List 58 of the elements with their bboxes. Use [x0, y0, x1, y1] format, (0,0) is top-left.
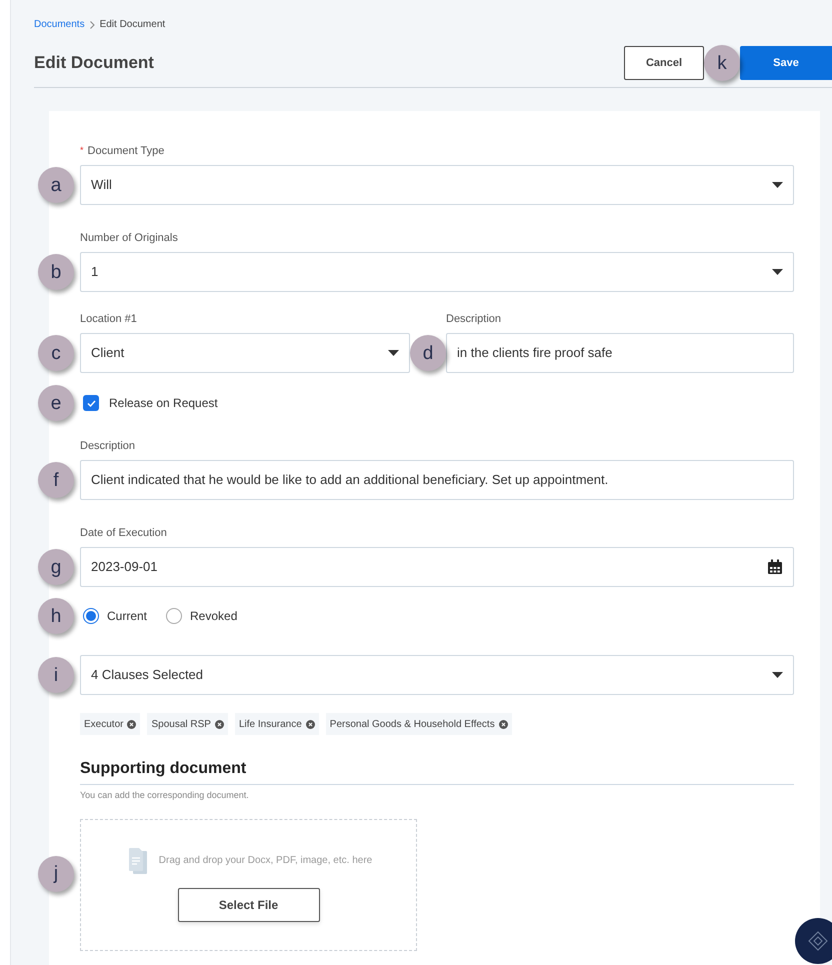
select-field[interactable]: Client: [80, 333, 410, 373]
remove-icon[interactable]: [306, 720, 315, 728]
callout-marker: a: [38, 167, 74, 203]
callout-marker: j: [38, 856, 74, 892]
clause-tag: Executor: [80, 713, 140, 735]
caret-icon: [772, 672, 783, 678]
file-drop-zone[interactable]: Drag and drop your Docx, PDF, image, etc. here Select File: [80, 818, 417, 950]
callout-marker: c: [38, 335, 74, 371]
remove-icon[interactable]: [214, 720, 224, 728]
field-label: Document Type: [88, 144, 164, 159]
radio-button[interactable]: [83, 608, 99, 624]
callout-marker: e: [38, 385, 74, 421]
callout-marker: h: [38, 598, 74, 634]
field-label: Number of Originals: [80, 230, 178, 246]
section-subtitle: You can add the corresponding document.: [80, 789, 250, 802]
drop-instructions: Drag and drop your Docx, PDF, image, etc. here: [158, 854, 372, 868]
check-icon: [86, 400, 96, 406]
remove-icon[interactable]: [498, 720, 508, 728]
clauses-select[interactable]: 4 Clauses Selected: [80, 655, 794, 695]
select-field[interactable]: Will: [80, 165, 794, 205]
date-field[interactable]: 2023-09-01: [80, 547, 794, 587]
remove-icon[interactable]: [127, 720, 136, 728]
radio-label: Revoked: [190, 608, 238, 625]
field-label: Description: [446, 312, 502, 327]
text-field[interactable]: in the clients fire proof safe: [446, 333, 794, 373]
select-field[interactable]: 1: [80, 252, 794, 292]
cancel-button[interactable]: Cancel: [624, 46, 704, 80]
save-button[interactable]: Save: [740, 46, 832, 80]
chevron-icon: [90, 20, 95, 28]
calendar-icon: [767, 559, 783, 575]
caret-icon: [388, 350, 399, 356]
section-title: Supporting document: [80, 757, 794, 785]
field-label: Location #1: [80, 312, 137, 327]
callout-marker: k: [704, 45, 740, 81]
callout-marker: b: [38, 254, 74, 290]
callout-marker: i: [38, 657, 74, 693]
page-title: Edit Document: [34, 52, 154, 74]
callout-marker: d: [410, 335, 446, 371]
caret-icon: [772, 269, 783, 275]
clause-tag: Spousal RSP: [147, 713, 228, 735]
field-label: Description: [80, 438, 136, 454]
clause-tag: Personal Goods & Household Effects: [326, 713, 512, 735]
document-icon: [128, 848, 147, 874]
breadcrumb-current: Edit Document: [100, 18, 166, 32]
radio-label: Current: [107, 608, 148, 625]
callout-marker: f: [38, 462, 74, 498]
checkbox-label: Release on Request: [109, 395, 218, 412]
caret-icon: [772, 182, 783, 188]
checkbox[interactable]: [83, 395, 99, 411]
radio-button[interactable]: [166, 608, 182, 624]
cube-icon: [807, 930, 829, 952]
description-field[interactable]: Client indicated that he would be like to add an additional beneficiary. Set up appointment.: [80, 460, 794, 500]
clause-tag: Life Insurance: [234, 713, 319, 735]
breadcrumb-link[interactable]: Documents: [34, 17, 85, 32]
select-file-button[interactable]: Select File: [178, 888, 320, 922]
callout-marker: g: [38, 549, 74, 585]
required-mark: *: [80, 144, 84, 158]
field-label: Date of Execution: [80, 526, 167, 541]
